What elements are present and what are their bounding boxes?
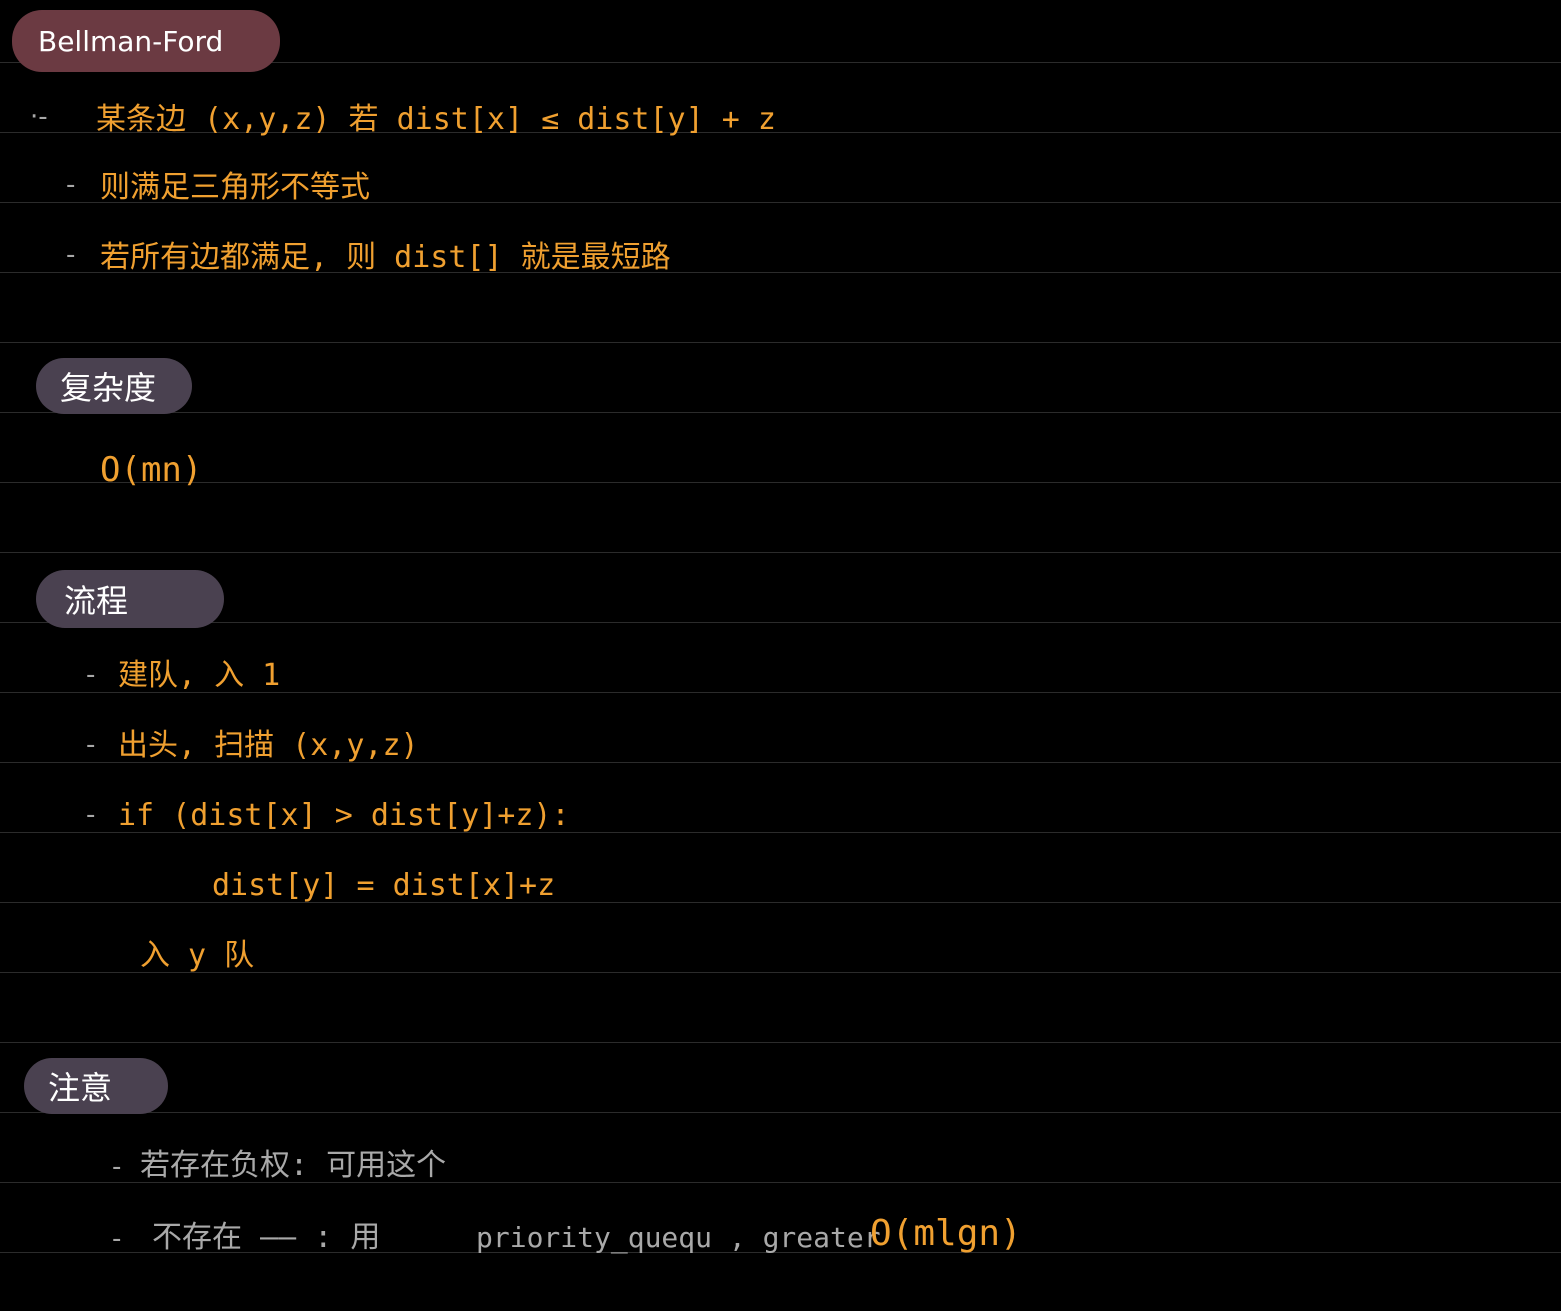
- process-step-3-tail: 入 y 队: [140, 938, 255, 973]
- title-text: Bellman-Ford: [38, 24, 224, 58]
- process-tag: 流程: [36, 570, 224, 628]
- ruled-line: [0, 482, 1561, 483]
- process-bullet-1: -: [86, 660, 96, 690]
- ruled-line: [0, 1042, 1561, 1043]
- process-heading: 流程: [64, 582, 129, 620]
- ruled-line: [0, 412, 1561, 413]
- intro-bullet-2: -: [66, 170, 76, 200]
- notes-bullet-1: -: [112, 1152, 122, 1182]
- intro-bullet-1: ·-: [30, 102, 48, 132]
- ruled-line: [0, 342, 1561, 343]
- notes-tag: 注意: [24, 1058, 168, 1114]
- intro-line-3: 若所有边都满足, 则 dist[] 就是最短路: [100, 240, 671, 275]
- process-step-3-body: dist[y] = dist[x]+z: [212, 868, 556, 903]
- notes-bullet-2: -: [112, 1224, 122, 1254]
- process-step-3: if (dist[x] > dist[y]+z):: [118, 798, 570, 833]
- notes-line-2-code: priority_quequ , greater: [476, 1221, 881, 1254]
- process-bullet-2: -: [86, 730, 96, 760]
- notes-line-2-complexity: O(mlgn): [870, 1213, 1022, 1254]
- ruled-line: [0, 552, 1561, 553]
- intro-line-2: 则满足三角形不等式: [100, 170, 370, 205]
- complexity-tag: 复杂度: [36, 358, 192, 414]
- title-tag: Bellman-Ford: [12, 10, 280, 72]
- notes-heading: 注意: [48, 1069, 113, 1107]
- notebook-page: Bellman-Ford ·- 某条边 (x,y,z) 若 dist[x] ≤ …: [0, 0, 1561, 1311]
- complexity-value: O(mn): [100, 450, 203, 490]
- ruled-line: [0, 1112, 1561, 1113]
- complexity-heading: 复杂度: [60, 369, 157, 407]
- ruled-line: [0, 622, 1561, 623]
- process-step-1: 建队, 入 1: [118, 658, 281, 693]
- intro-line-1: 某条边 (x,y,z) 若 dist[x] ≤ dist[y] + z: [96, 102, 776, 137]
- notes-line-2-prefix: 不存在 —— : 用: [152, 1220, 381, 1255]
- process-bullet-3: -: [86, 800, 96, 830]
- intro-bullet-3: -: [66, 240, 76, 270]
- notes-line-1: 若存在负权: 可用这个: [140, 1148, 447, 1183]
- process-step-2: 出头, 扫描 (x,y,z): [118, 728, 419, 763]
